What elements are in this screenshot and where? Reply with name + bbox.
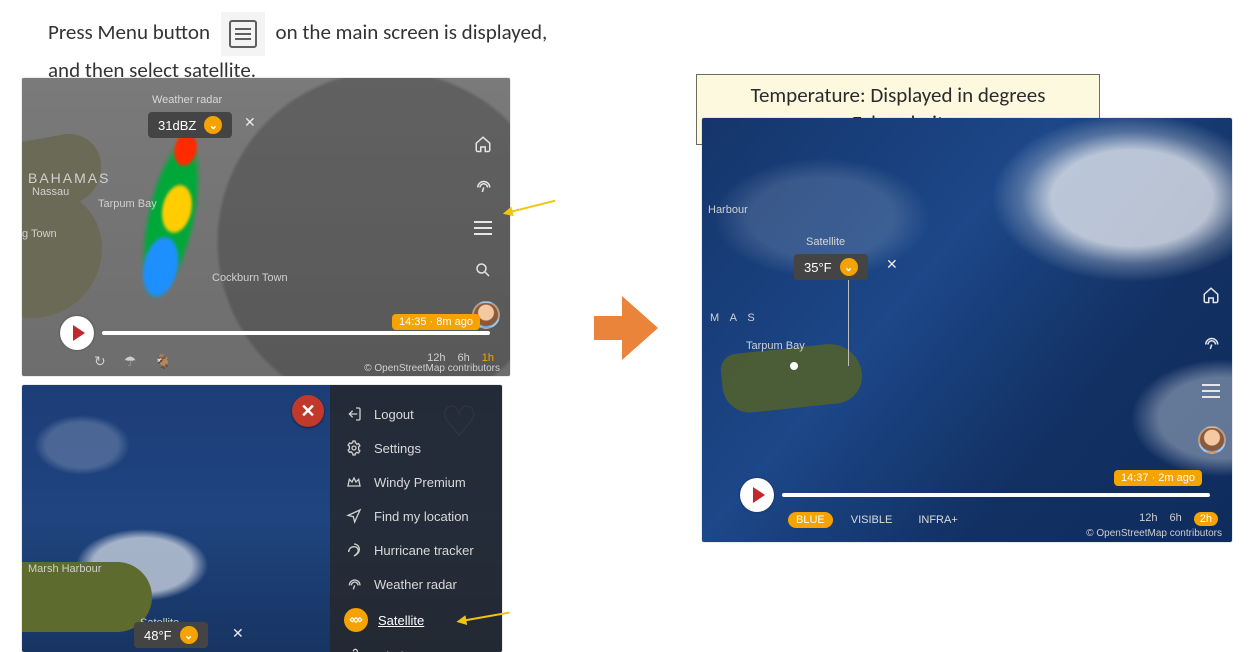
instruction-pre: Press Menu button [48, 19, 210, 45]
logout-icon [344, 404, 364, 424]
goat-icon[interactable]: 🐐 [154, 353, 171, 370]
scale-6h[interactable]: 6h [1170, 512, 1182, 526]
menu-button-inline-icon [221, 12, 265, 56]
play-button[interactable] [740, 478, 774, 512]
menu-label: Weather radar [374, 577, 457, 592]
scale-12h[interactable]: 12h [1139, 512, 1157, 526]
close-icon[interactable]: ✕ [232, 625, 244, 642]
map-label-nassau: Nassau [32, 186, 69, 198]
menu-item-radar[interactable]: Weather radar [330, 567, 502, 601]
marker-line [848, 280, 849, 366]
radar-icon[interactable] [472, 175, 494, 197]
menu-item-premium[interactable]: Windy Premium [330, 465, 502, 499]
time-badge: 14:37 · 2m ago [1114, 470, 1202, 486]
close-icon[interactable]: ✕ [244, 114, 256, 131]
radar-icon[interactable] [1200, 332, 1222, 354]
map-label-bahamas: BAHAMAS [28, 170, 110, 186]
play-button[interactable] [60, 316, 94, 350]
map-label-marsh: Marsh Harbour [28, 563, 101, 575]
annotation-arrow [505, 200, 556, 215]
menu-label: Hurricane tracker [374, 543, 474, 558]
crown-icon [344, 472, 364, 492]
close-icon[interactable]: ✕ [886, 256, 898, 273]
wind-icon [344, 646, 364, 652]
satellite-channel-tabs: BLUE VISIBLE INFRA+ [788, 512, 966, 528]
map-label-tarpum: Tarpum Bay [746, 340, 805, 352]
map-label-cockburn: Cockburn Town [212, 272, 288, 284]
gear-icon [344, 438, 364, 458]
chevron-down-icon[interactable]: ⌄ [840, 258, 858, 276]
menu-label: Windy Premium [374, 475, 466, 490]
timeline-track[interactable] [102, 331, 490, 335]
map-label-tarpum: Tarpum Bay [98, 198, 157, 210]
flow-arrow-icon [594, 296, 658, 360]
screenshot-radar: BAHAMAS Nassau Tarpum Bay Cockburn Town … [22, 78, 510, 376]
layer-label: Satellite [806, 236, 845, 248]
hurricane-icon [344, 540, 364, 560]
loop-icon[interactable]: ↻ [94, 353, 106, 370]
timeline-track[interactable] [782, 493, 1210, 497]
map-label-town: g Town [22, 228, 57, 240]
menu-item-logout[interactable]: Logout [330, 397, 502, 431]
layer-label: Weather radar [152, 94, 222, 106]
value-pill[interactable]: 35°F ⌄ [794, 254, 868, 280]
menu-label: Logout [374, 407, 414, 422]
location-dot [790, 362, 798, 370]
map-label-harbour: Harbour [708, 204, 748, 216]
menu-label: Satellite [378, 613, 424, 628]
chevron-down-icon[interactable]: ⌄ [180, 626, 198, 644]
menu-item-findlocation[interactable]: Find my location [330, 499, 502, 533]
umbrella-icon[interactable]: ☂ [124, 353, 137, 370]
menu-label: Settings [374, 441, 421, 456]
menu-item-hurricane[interactable]: Hurricane tracker [330, 533, 502, 567]
time-scale: 12h 6h 2h [1139, 512, 1218, 526]
time-badge: 14:35 · 8m ago [392, 314, 480, 330]
pill-value: 31dBZ [158, 118, 196, 133]
pill-value: 35°F [804, 260, 832, 275]
copyright: © OpenStreetMap contributors [364, 363, 500, 374]
chevron-down-icon[interactable]: ⌄ [204, 116, 222, 134]
value-pill[interactable]: 48°F ⌄ [134, 622, 208, 648]
radar-icon [344, 574, 364, 594]
timeline-mode-icons: ↻ ☂ 🐐 [94, 353, 172, 370]
pill-value: 48°F [144, 628, 172, 643]
map-label-mas: M A S [710, 312, 759, 324]
menu-icon[interactable] [1200, 380, 1222, 402]
search-icon[interactable] [472, 259, 494, 281]
scale-2h[interactable]: 2h [1194, 512, 1218, 526]
copyright: © OpenStreetMap contributors [1086, 528, 1222, 539]
location-arrow-icon [344, 506, 364, 526]
tab-visible[interactable]: VISIBLE [843, 512, 901, 528]
hamburger-box-icon [229, 20, 257, 48]
close-menu-button[interactable]: ✕ [292, 395, 324, 427]
tab-infra[interactable]: INFRA+ [910, 512, 965, 528]
right-toolbar [472, 133, 500, 329]
value-pill[interactable]: 31dBZ ⌄ [148, 112, 232, 138]
instruction-text: Press Menu button on the main screen is … [48, 12, 568, 85]
menu-item-settings[interactable]: Settings [330, 431, 502, 465]
home-icon[interactable] [472, 133, 494, 155]
menu-icon[interactable] [472, 217, 494, 239]
screenshot-menu: Marsh Harbour Satellite 48°F ⌄ ✕ ✕ ♡ Log… [22, 385, 502, 652]
side-menu: Logout Settings Windy Premium Find my lo… [330, 385, 502, 652]
avatar[interactable] [1198, 426, 1226, 454]
tab-blue[interactable]: BLUE [788, 512, 833, 528]
screenshot-satellite: Harbour M A S Tarpum Bay Satellite 35°F … [702, 118, 1232, 542]
menu-label: Wind [374, 649, 404, 652]
menu-item-wind[interactable]: Wind [330, 639, 502, 652]
home-icon[interactable] [1200, 284, 1222, 306]
menu-item-satellite[interactable]: Satellite [330, 601, 502, 639]
menu-label: Find my location [374, 509, 469, 524]
satellite-icon [344, 608, 368, 632]
